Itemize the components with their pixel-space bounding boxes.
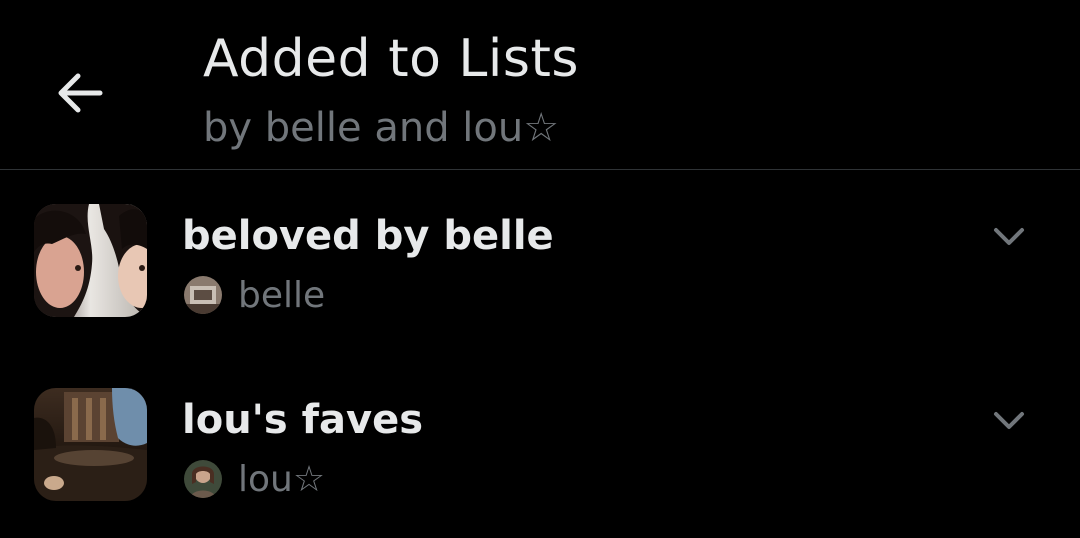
list-item[interactable]: beloved by belle belle [0, 170, 1080, 354]
list-owner-name[interactable]: lou☆ [238, 458, 325, 501]
page-title: Added to Lists [203, 29, 579, 89]
list-name[interactable]: beloved by belle [182, 212, 554, 260]
list-cover-image [34, 204, 147, 317]
expand-button[interactable] [988, 400, 1030, 442]
page-subtitle: by belle and lou☆ [203, 105, 560, 151]
list-owner-name[interactable]: belle [238, 274, 325, 317]
page-header: Added to Lists by belle and lou☆ [0, 0, 1080, 170]
chevron-down-icon [994, 228, 1024, 245]
list-name[interactable]: lou's faves [182, 396, 423, 444]
chevron-down-icon [994, 412, 1024, 429]
expand-button[interactable] [988, 216, 1030, 258]
list-cover-image [34, 388, 147, 501]
owner-avatar[interactable] [184, 460, 222, 498]
owner-avatar[interactable] [184, 276, 222, 314]
back-button[interactable] [44, 58, 114, 128]
arrow-left-icon [58, 73, 103, 113]
list-item[interactable]: lou's faves lou☆ [0, 354, 1080, 538]
